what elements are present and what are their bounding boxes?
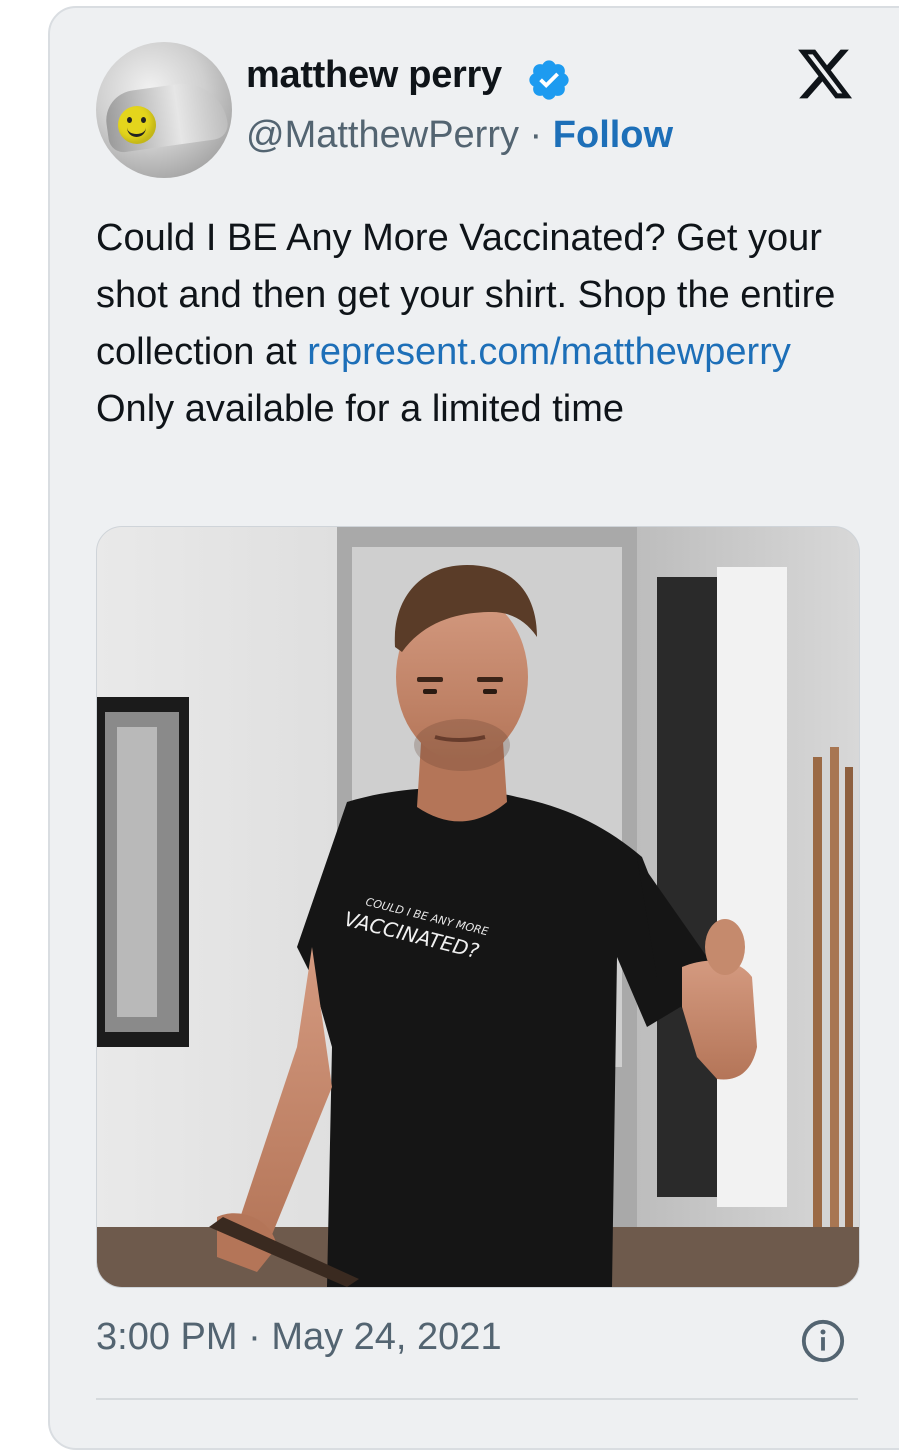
timestamp-separator: ·: [248, 1316, 261, 1358]
avatar[interactable]: [96, 42, 232, 178]
photo-scene: COULD I BE ANY MORE VACCINATED?: [97, 527, 859, 1287]
x-logo-icon[interactable]: [794, 44, 856, 104]
tweet-date: May 24, 2021: [271, 1316, 502, 1358]
tweet-timestamp[interactable]: 3:00 PM · May 24, 2021: [96, 1316, 502, 1359]
user-handle[interactable]: @MatthewPerry: [246, 114, 519, 156]
tweet-link[interactable]: represent.com/matthewperry: [307, 331, 791, 373]
info-icon[interactable]: [800, 1318, 846, 1364]
divider: [96, 1398, 858, 1400]
tweet-time: 3:00 PM: [96, 1316, 238, 1358]
tweet-text: Could I BE Any More Vaccinated? Get your…: [96, 210, 836, 438]
smiley-icon: [118, 106, 156, 144]
tweet-text-tail: Only available for a limited time: [96, 388, 624, 430]
display-name[interactable]: matthew perry: [246, 54, 502, 97]
tweet-photo[interactable]: COULD I BE ANY MORE VACCINATED?: [96, 526, 860, 1288]
handle-row: @MatthewPerry · Follow: [246, 114, 673, 157]
verified-badge-icon: [529, 60, 569, 100]
separator-dot: ·: [529, 114, 543, 156]
follow-button[interactable]: Follow: [553, 114, 673, 156]
